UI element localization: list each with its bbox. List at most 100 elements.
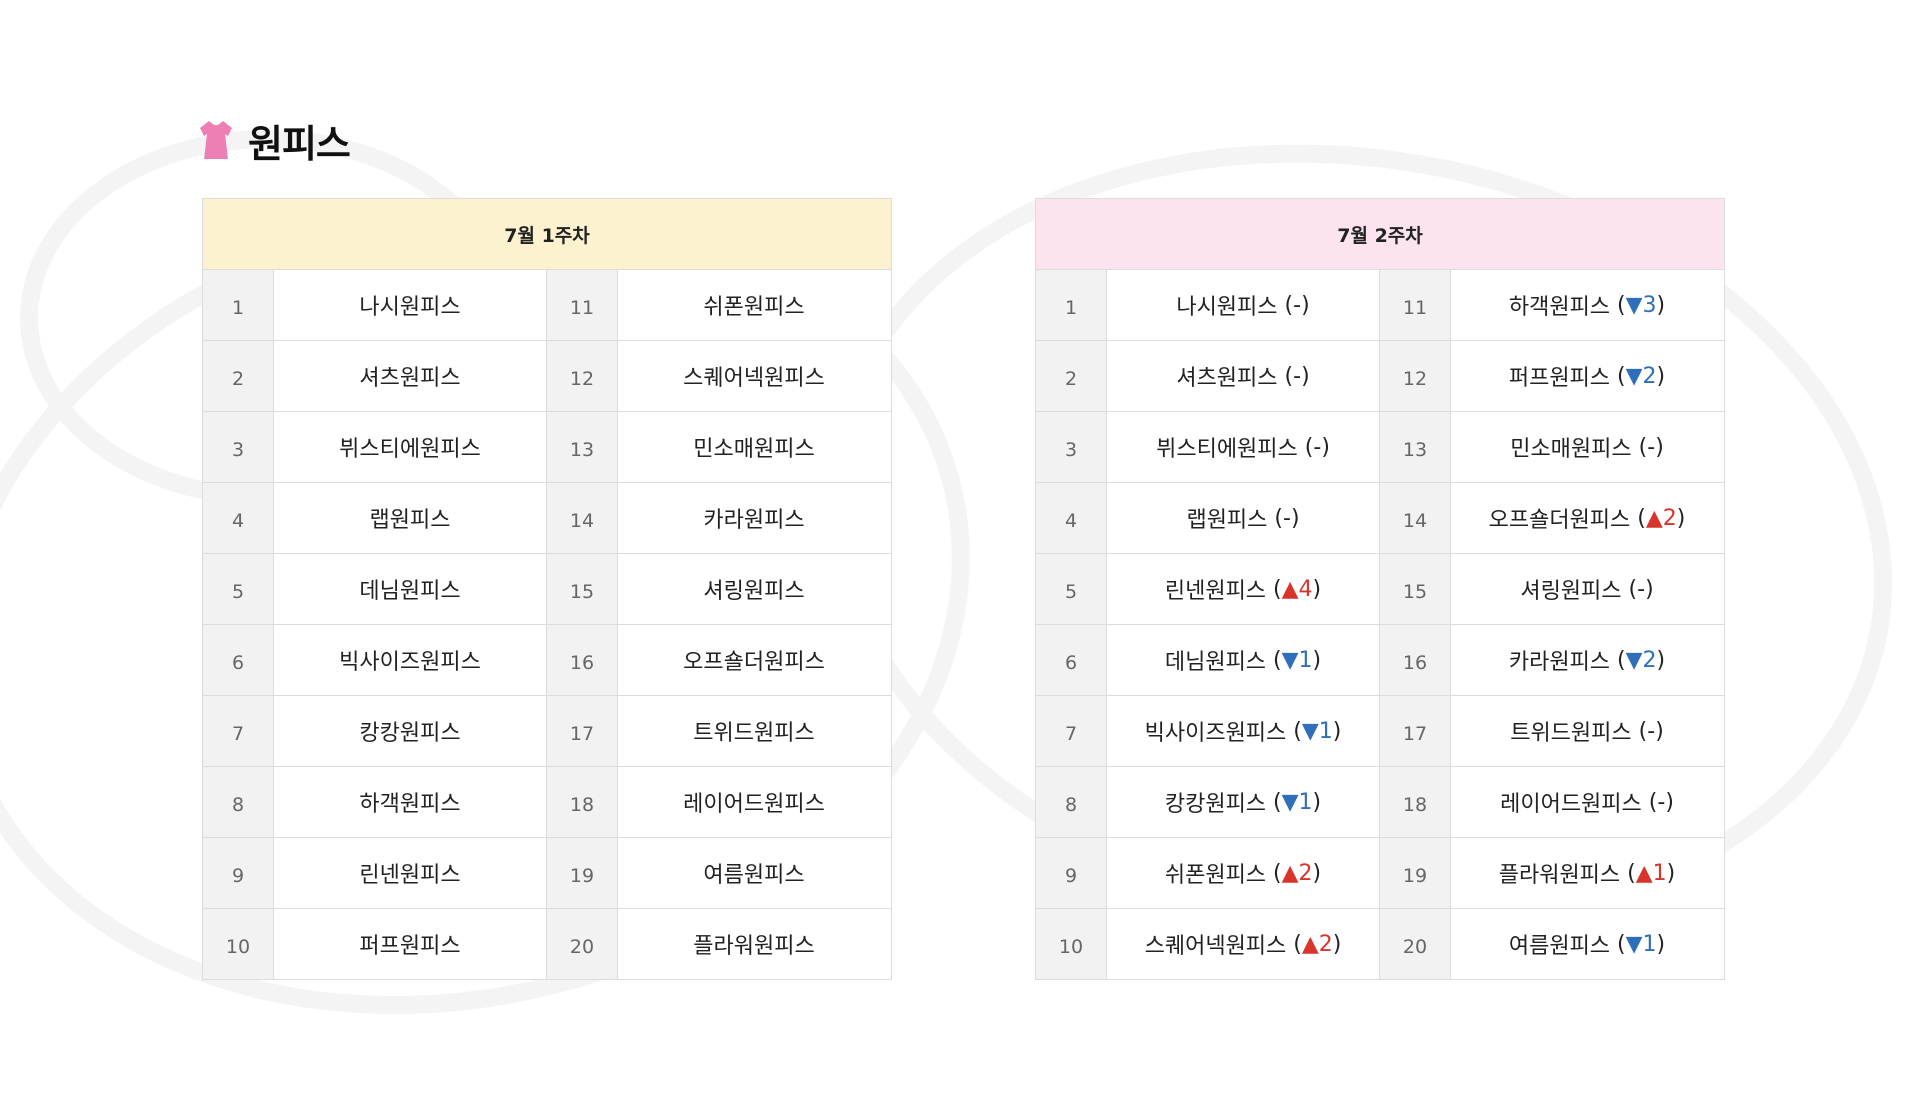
week2-header: 7월 2주차 (1036, 199, 1724, 270)
table-row: 1 나시원피스 (-) 11 하객원피스 (▼3) (1036, 270, 1724, 341)
keyword-name: 오프숄더원피스 (1488, 508, 1631, 533)
keyword-name: 카라원피스 (703, 508, 805, 533)
keyword-name: 쉬폰원피스 (1164, 863, 1267, 888)
keyword-cell: 빅사이즈원피스 (▼1) (1106, 696, 1380, 766)
keyword-cell: 린넨원피스 (▲4) (1106, 554, 1380, 624)
keyword-cell: 쉬폰원피스 (▲2) (1106, 838, 1380, 908)
table-row: 10 퍼프원피스 20 플라워원피스 (203, 909, 891, 979)
rank-number: 8 (1036, 767, 1106, 837)
keyword-name: 여름원피스 (703, 863, 805, 888)
rank-number: 20 (547, 909, 617, 979)
table-row: 2 셔츠원피스 12 스퀘어넥원피스 (203, 341, 891, 412)
keyword-cell: 뷔스티에원피스 (-) (1106, 412, 1380, 482)
keyword-cell: 나시원피스 (-) (1106, 270, 1380, 340)
rank-number: 18 (547, 767, 617, 837)
keyword-cell: 스퀘어넥원피스 (617, 341, 890, 411)
keyword-cell: 캉캉원피스 (▼1) (1106, 767, 1380, 837)
table-row: 9 린넨원피스 19 여름원피스 (203, 838, 891, 909)
keyword-name: 레이어드원피스 (683, 792, 825, 817)
keyword-name: 여름원피스 (1508, 934, 1611, 959)
rank-number: 7 (203, 696, 273, 766)
keyword-cell: 퍼프원피스 (▼2) (1450, 341, 1723, 411)
keyword-name: 트위드원피스 (1510, 721, 1632, 746)
rank-number: 19 (547, 838, 617, 908)
rank-number: 14 (547, 483, 617, 553)
rank-number: 6 (1036, 625, 1106, 695)
keyword-name: 퍼프원피스 (1508, 366, 1611, 391)
keyword-name: 스퀘어넥원피스 (683, 366, 825, 391)
table-row: 9 쉬폰원피스 (▲2) 19 플라워원피스 (▲1) (1036, 838, 1724, 909)
week1-header: 7월 1주차 (203, 199, 891, 270)
rank-number: 6 (203, 625, 273, 695)
keyword-name: 빅사이즈원피스 (339, 650, 481, 675)
rank-change: - (1283, 505, 1291, 531)
week2-rows: 1 나시원피스 (-) 11 하객원피스 (▼3) 2 셔츠원피스 (-) 12 퍼프원피스 … (1036, 270, 1724, 979)
rank-change: - (1313, 434, 1322, 460)
keyword-name: 셔링원피스 (703, 579, 805, 604)
rank-number: 1 (1036, 270, 1106, 340)
keyword-name: 플라워원피스 (693, 934, 815, 959)
keyword-cell: 데님원피스 (▼1) (1106, 625, 1380, 695)
keyword-cell: 데님원피스 (273, 554, 547, 624)
table-row: 1 나시원피스 11 쉬폰원피스 (203, 270, 891, 341)
rank-number: 2 (203, 341, 273, 411)
rank-number: 13 (547, 412, 617, 482)
keyword-name: 플라워원피스 (1498, 863, 1621, 888)
table-row: 5 데님원피스 15 셔링원피스 (203, 554, 891, 625)
keyword-name: 트위드원피스 (693, 721, 815, 746)
table-row: 6 데님원피스 (▼1) 16 카라원피스 (▼2) (1036, 625, 1724, 696)
keyword-name: 랩원피스 (369, 508, 451, 533)
rank-number: 7 (1036, 696, 1106, 766)
keyword-name: 셔링원피스 (1520, 579, 1622, 604)
rank-number: 11 (1380, 270, 1450, 340)
keyword-cell: 여름원피스 (617, 838, 890, 908)
keyword-name: 하객원피스 (359, 792, 461, 817)
rank-number: 17 (547, 696, 617, 766)
rank-number: 16 (547, 625, 617, 695)
keyword-name: 셔츠원피스 (1176, 366, 1278, 391)
keyword-cell: 셔츠원피스 (273, 341, 547, 411)
rank-number: 8 (203, 767, 273, 837)
keyword-name: 데님원피스 (1164, 650, 1267, 675)
table-row: 4 랩원피스 14 카라원피스 (203, 483, 891, 554)
rank-number: 12 (547, 341, 617, 411)
keyword-name: 쉬폰원피스 (703, 295, 805, 320)
table-row: 6 빅사이즈원피스 16 오프숄더원피스 (203, 625, 891, 696)
rank-number: 14 (1380, 483, 1450, 553)
keyword-name: 스퀘어넥원피스 (1144, 934, 1287, 959)
keyword-cell: 오프숄더원피스 (▲2) (1450, 483, 1723, 553)
rank-number: 5 (1036, 554, 1106, 624)
keyword-cell: 민소매원피스 (617, 412, 890, 482)
keyword-name: 빅사이즈원피스 (1144, 721, 1287, 746)
keyword-name: 캉캉원피스 (359, 721, 461, 746)
week1-table: 7월 1주차 1 나시원피스 11 쉬폰원피스 2 셔츠원피스 12 스퀘어넥원피스 3 뷔스티에… (202, 198, 892, 980)
keyword-cell: 캉캉원피스 (273, 696, 547, 766)
rank-number: 15 (1380, 554, 1450, 624)
week2-table: 7월 2주차 1 나시원피스 (-) 11 하객원피스 (▼3) 2 셔츠원피스 (-) 1… (1035, 198, 1725, 980)
keyword-name: 레이어드원피스 (1500, 792, 1642, 817)
keyword-name: 오프숄더원피스 (683, 650, 825, 675)
rank-change: - (1293, 363, 1302, 389)
rank-change: ▼2 (1625, 363, 1657, 389)
keyword-name: 린넨원피스 (359, 863, 461, 888)
table-row: 2 셔츠원피스 (-) 12 퍼프원피스 (▼2) (1036, 341, 1724, 412)
rank-number: 11 (547, 270, 617, 340)
keyword-cell: 쉬폰원피스 (617, 270, 890, 340)
rank-number: 2 (1036, 341, 1106, 411)
keyword-cell: 스퀘어넥원피스 (▲2) (1106, 909, 1380, 979)
rank-change: ▲1 (1635, 860, 1667, 886)
keyword-cell: 랩원피스 (-) (1106, 483, 1380, 553)
rank-change: ▲4 (1281, 576, 1313, 602)
rank-number: 16 (1380, 625, 1450, 695)
keyword-cell: 민소매원피스 (-) (1450, 412, 1723, 482)
keyword-cell: 퍼프원피스 (273, 909, 547, 979)
dress-icon (200, 121, 232, 159)
rank-change: ▼1 (1281, 789, 1313, 815)
keyword-name: 민소매원피스 (693, 437, 815, 462)
keyword-cell: 린넨원피스 (273, 838, 547, 908)
rank-change: ▲2 (1281, 860, 1313, 886)
rank-number: 19 (1380, 838, 1450, 908)
table-row: 8 하객원피스 18 레이어드원피스 (203, 767, 891, 838)
keyword-cell: 플라워원피스 (617, 909, 890, 979)
rank-number: 17 (1380, 696, 1450, 766)
